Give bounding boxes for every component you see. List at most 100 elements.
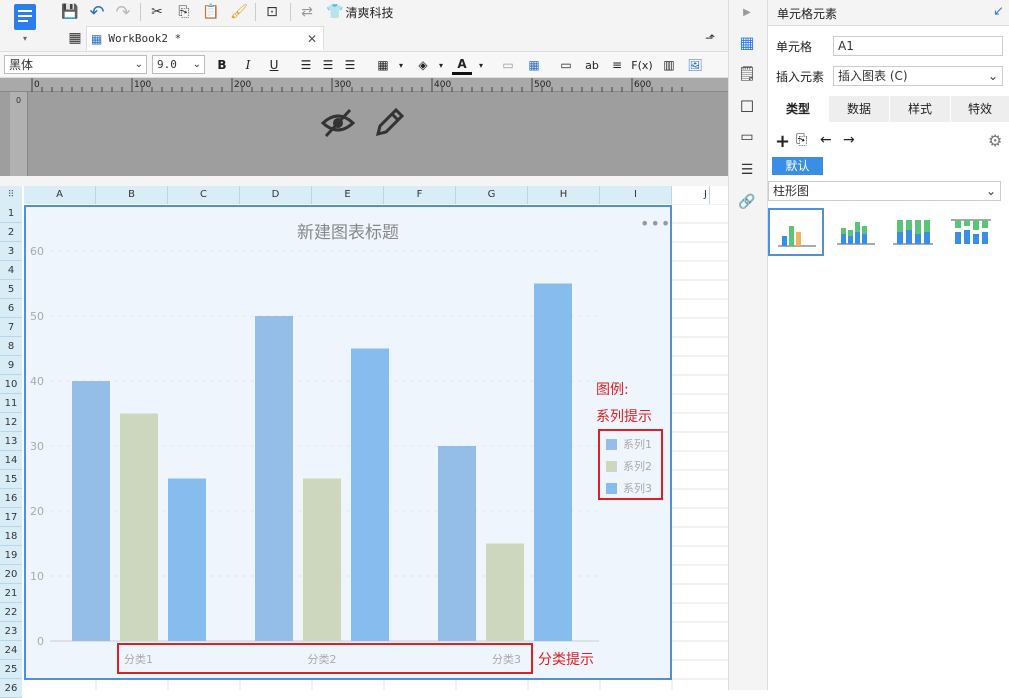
tab-type[interactable]: 类型 [768,96,828,122]
image-icon[interactable]: 🖼 [685,55,705,75]
row-header-22[interactable]: 22 [0,603,22,622]
row-header-15[interactable]: 15 [0,470,22,489]
font-name-select[interactable]: 黑体 ⌄ [4,55,147,74]
row-header-12[interactable]: 12 [0,413,22,432]
row-header-26[interactable]: 26 [0,679,22,698]
row-header-10[interactable]: 10 [0,375,22,394]
gear-icon[interactable]: ⚙ [988,131,1002,150]
column-header-G[interactable]: G [456,186,528,204]
tab-style[interactable]: 样式 [890,96,950,122]
text-box-icon[interactable]: ⊡ [262,2,282,22]
row-header-13[interactable]: 13 [0,432,22,451]
border-icon[interactable]: ▦ [373,55,393,75]
align-left-icon[interactable]: ☰ [296,55,316,75]
border-frame-icon[interactable]: ☐ [737,96,757,116]
text-icon[interactable]: ab [582,55,602,75]
chevron-down-icon[interactable]: ▾ [471,55,491,75]
undo-icon[interactable]: ↶ [87,2,107,23]
hide-icon[interactable] [320,106,356,140]
cell-element-icon[interactable]: ▦ [737,32,757,52]
row-header-25[interactable]: 25 [0,660,22,679]
cell-input[interactable]: A1 [833,36,1003,56]
row-header-18[interactable]: 18 [0,527,22,546]
row-header-5[interactable]: 5 [0,280,22,299]
column-header-F[interactable]: F [384,186,456,204]
row-header-14[interactable]: 14 [0,451,22,470]
row-header-23[interactable]: 23 [0,622,22,641]
cut-icon[interactable]: ✂ [147,2,167,22]
bar-系列1-分类1[interactable] [72,381,110,641]
bar-系列2-分类2[interactable] [303,478,341,642]
row-header-2[interactable]: 2 [0,223,22,242]
bar-系列1-分类3[interactable] [438,446,476,641]
bold-icon[interactable]: B [212,55,232,75]
align-center-icon[interactable]: ☰ [318,55,338,75]
wrap-icon[interactable]: ▭ [556,55,576,75]
chart-style-percent[interactable] [885,208,941,256]
column-header-J[interactable]: J [672,186,710,204]
formula-icon[interactable]: F(x) [631,55,652,75]
insert-select[interactable]: 插入图表 (C) ⌄ [833,66,1003,86]
add-icon[interactable]: + [775,131,790,152]
chevron-down-icon[interactable]: ▾ [431,55,451,75]
bar-系列2-分类3[interactable] [486,543,524,642]
italic-icon[interactable]: I [238,55,258,75]
row-header-19[interactable]: 19 [0,546,22,565]
select-all-corner[interactable]: ⠿ [0,186,22,204]
chart-style-clustered[interactable] [768,208,824,256]
row-header-17[interactable]: 17 [0,508,22,527]
arrow-right-icon[interactable]: → [843,132,855,148]
column-header-B[interactable]: B [96,186,168,204]
list-icon[interactable]: ≡ [607,55,627,75]
app-menu-button[interactable]: ▾ [8,4,42,48]
legend-item-series1[interactable]: 系列1 [606,433,652,455]
row-header-16[interactable]: 16 [0,489,22,508]
chevron-down-icon[interactable]: ▾ [391,55,411,75]
close-icon[interactable]: ✕ [307,32,317,46]
widget-icon[interactable]: ▭ [737,127,757,147]
chart-style-stacked[interactable] [827,208,883,256]
row-header-9[interactable]: 9 [0,356,22,375]
default-tag[interactable]: 默认 [772,157,823,175]
underline-icon[interactable]: U [264,55,284,75]
legend-item-series3[interactable]: 系列3 [606,477,652,499]
tab-effects[interactable]: 特效 [951,96,1009,122]
column-header-D[interactable]: D [240,186,312,204]
column-header-I[interactable]: I [600,186,672,204]
save-icon[interactable]: 💾 [60,2,80,22]
format-brush-icon[interactable]: 🖌 [229,2,249,22]
pin-icon[interactable]: ⬏ [700,28,720,48]
row-header-6[interactable]: 6 [0,299,22,318]
row-header-7[interactable]: 7 [0,318,22,337]
table-icon[interactable]: ▦ [524,55,544,75]
swap-icon[interactable]: ⇄ [297,2,317,22]
stack-icon[interactable]: ☰ [737,160,757,180]
font-color-icon[interactable]: A [452,55,472,75]
row-header-4[interactable]: 4 [0,261,22,280]
column-header-A[interactable]: A [24,186,96,204]
bar-系列1-分类2[interactable] [255,316,293,641]
legend-item-series2[interactable]: 系列2 [606,455,652,477]
chart-type-select[interactable]: 柱形图 ⌄ [768,181,1001,201]
redo-icon[interactable]: ↷ [113,2,133,23]
link-icon[interactable]: 🔗 [737,192,757,212]
bar-系列3-分类1[interactable] [168,478,206,642]
fill-color-icon[interactable]: ◈ [413,55,433,75]
row-header-20[interactable]: 20 [0,565,22,584]
row-header-1[interactable]: 1 [0,204,22,223]
cell-attribute-icon[interactable]: 🗒 [737,64,757,84]
align-right-icon[interactable]: ☰ [340,55,360,75]
column-header-E[interactable]: E [312,186,384,204]
column-header-H[interactable]: H [528,186,600,204]
bar-系列2-分类1[interactable] [120,413,158,642]
chart-style-inverted[interactable] [943,208,999,256]
brand-button[interactable]: 👕 清爽科技 [326,3,393,21]
row-header-8[interactable]: 8 [0,337,22,356]
paste-icon[interactable]: 📋 [201,2,221,22]
bar-系列3-分类3[interactable] [534,283,572,642]
row-header-11[interactable]: 11 [0,394,22,413]
copy-icon[interactable]: ⎘ [174,2,194,22]
duplicate-icon[interactable]: ⎘ [796,132,807,148]
arrow-left-icon[interactable]: ← [820,132,832,148]
collapse-panel-icon[interactable]: ↙ [993,4,1004,19]
